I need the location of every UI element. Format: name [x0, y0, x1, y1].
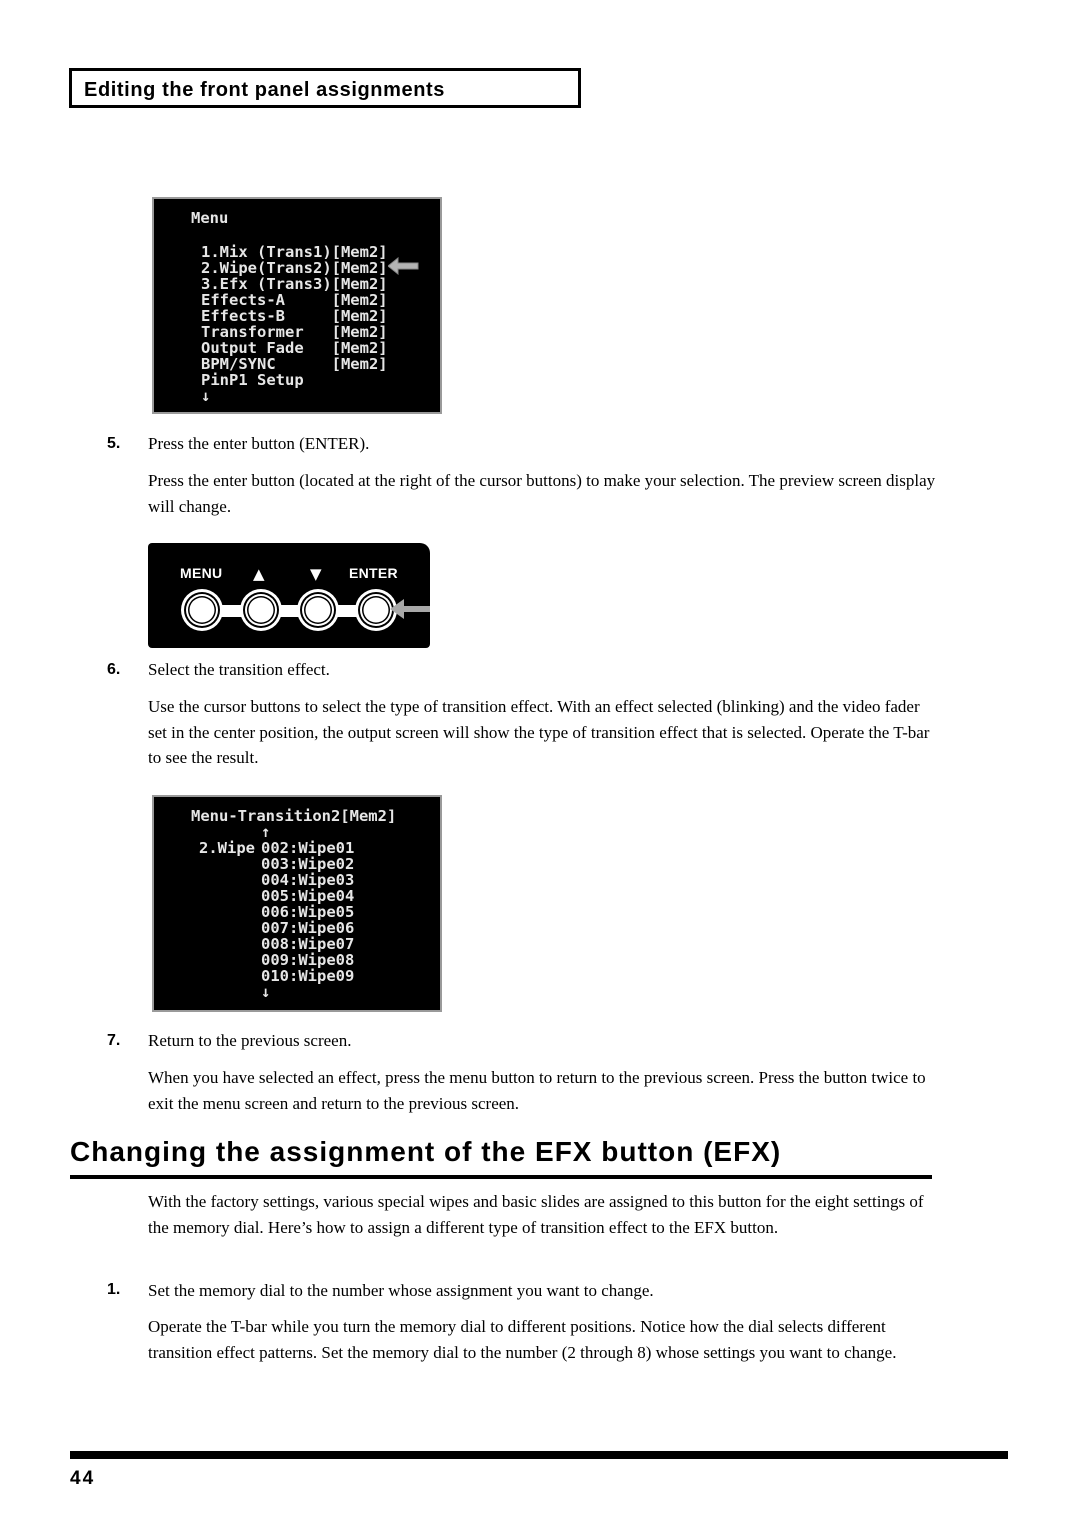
- left-arrow-icon: [388, 257, 419, 275]
- wipe-item: 010:Wipe09: [261, 967, 355, 985]
- wipe-item: 004:Wipe03: [261, 871, 355, 889]
- enter-button: [355, 589, 397, 631]
- menu-item: Transformer [Mem2]: [201, 323, 388, 341]
- menu-item: Effects-B [Mem2]: [201, 307, 388, 325]
- step-body: When you have selected an effect, press …: [148, 1068, 926, 1113]
- front-panel-buttons: MENU ▲ ▼ ENTER: [148, 543, 430, 648]
- transition-category: 2.Wipe: [199, 839, 255, 857]
- menu-item: 1.Mix (Trans1)[Mem2]: [201, 243, 388, 261]
- wipe-item: 003:Wipe02: [261, 855, 355, 873]
- step-body: Use the cursor buttons to select the typ…: [148, 697, 930, 767]
- wipe-item: 008:Wipe07: [261, 935, 355, 953]
- footer-rule: [70, 1451, 1008, 1459]
- step-title: Select the transition effect.: [148, 660, 330, 679]
- scroll-up-icon: ↑: [261, 823, 271, 841]
- step-number: 1.: [107, 1281, 121, 1298]
- wipe-item: 009:Wipe08: [261, 951, 355, 969]
- menu-screen-title: Menu: [191, 209, 229, 227]
- menu-screen-display: Menu 1.Mix (Trans1)[Mem2] 2.Wipe(Trans2)…: [152, 197, 442, 414]
- button-row-graphic: [181, 589, 430, 631]
- step-title: Press the enter button (ENTER).: [148, 434, 370, 453]
- wipe-item: 006:Wipe05: [261, 903, 355, 921]
- heading-underline: [70, 1175, 932, 1179]
- wipe-item: 005:Wipe04: [261, 887, 355, 905]
- section-header-title: Editing the front panel assignments: [84, 79, 446, 101]
- menu-button: [181, 589, 223, 631]
- step-number: 5.: [107, 435, 121, 452]
- wipe-item-selected: 002:Wipe01: [261, 839, 355, 857]
- menu-item: Effects-A [Mem2]: [201, 291, 388, 309]
- transition-screen-title: Menu-Transition2[Mem2]: [191, 807, 397, 825]
- section-intro: With the factory settings, various speci…: [148, 1192, 924, 1237]
- section-header-box: Editing the front panel assignments: [69, 68, 581, 108]
- step-body: Operate the T-bar while you turn the mem…: [148, 1317, 897, 1362]
- step-title: Return to the previous screen.: [148, 1031, 352, 1050]
- transition-screen-display: Menu-Transition2[Mem2] ↑ 2.Wipe 002:Wipe…: [152, 795, 442, 1012]
- section-heading: Changing the assignment of the EFX butto…: [70, 1136, 782, 1167]
- up-button: [240, 589, 282, 631]
- menu-item: PinP1 Setup: [201, 371, 304, 389]
- button-connector-bar: [200, 605, 380, 617]
- menu-item-selected: 2.Wipe(Trans2)[Mem2]: [201, 259, 388, 277]
- step-title: Set the memory dial to the number whose …: [148, 1281, 654, 1300]
- step-body: Press the enter button (located at the r…: [148, 471, 936, 516]
- menu-item: Output Fade [Mem2]: [201, 339, 388, 357]
- scroll-down-icon: ↓: [201, 387, 211, 405]
- step-number: 6.: [107, 661, 121, 678]
- wipe-item: 007:Wipe06: [261, 919, 355, 937]
- page-number: 44: [70, 1468, 96, 1489]
- menu-item: 3.Efx (Trans3)[Mem2]: [201, 275, 388, 293]
- step-number: 7.: [107, 1032, 121, 1049]
- scroll-down-icon: ↓: [261, 983, 271, 1001]
- down-button: [297, 589, 339, 631]
- menu-item: BPM/SYNC [Mem2]: [201, 355, 388, 373]
